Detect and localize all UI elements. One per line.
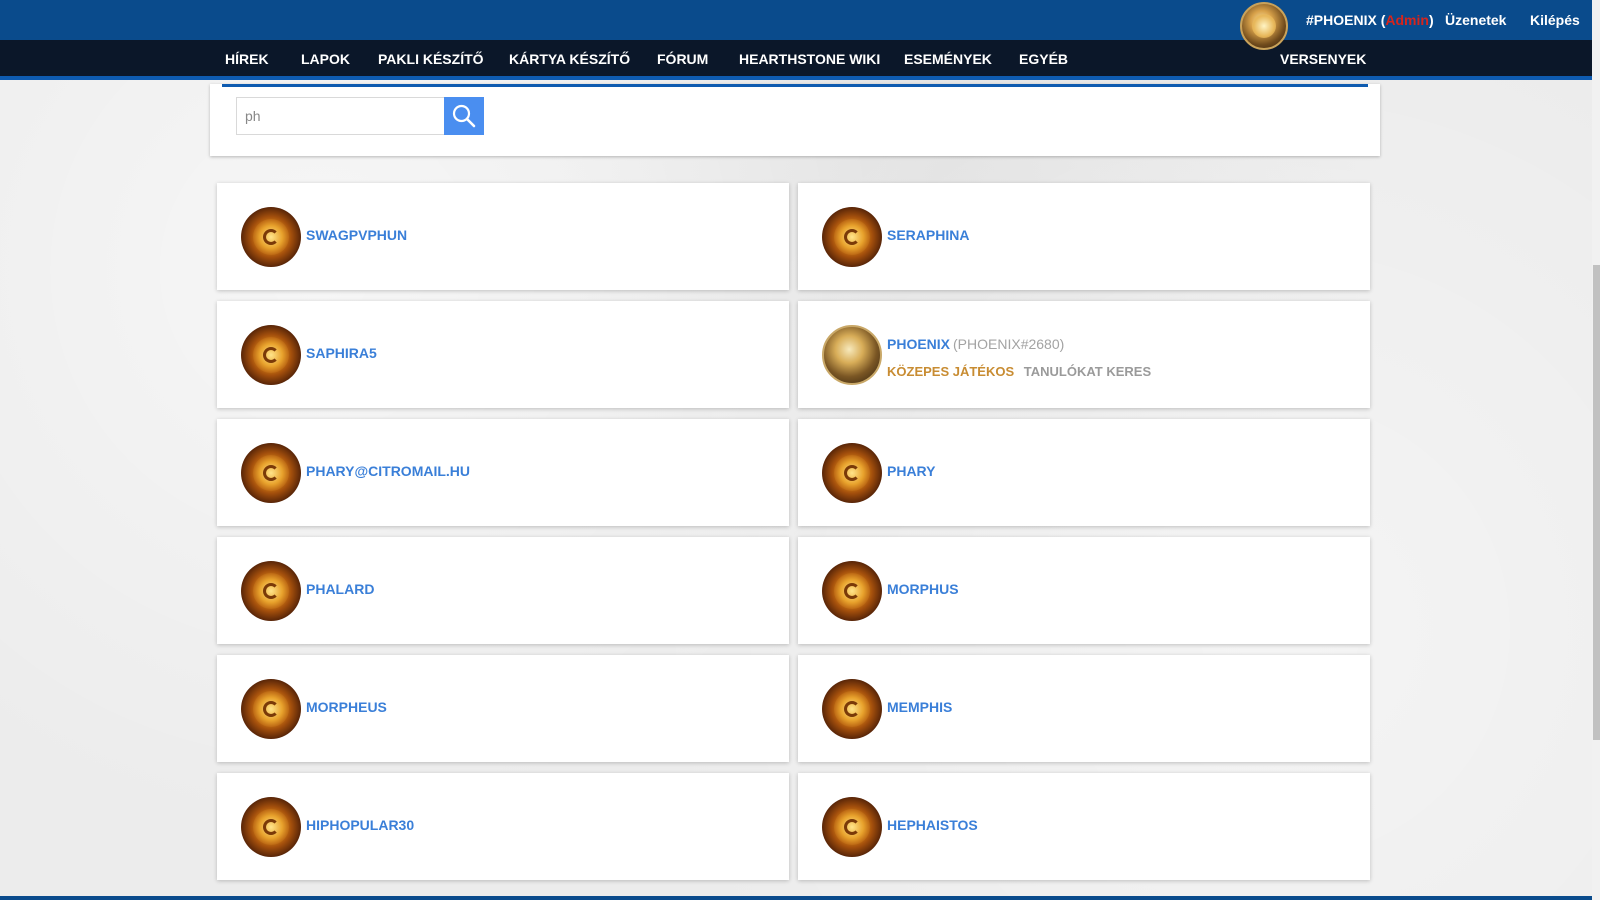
- battletag: (PHOENIX#2680): [953, 336, 1065, 352]
- user-card[interactable]: MORPHEUS: [217, 655, 789, 762]
- user-card[interactable]: MORPHUS: [798, 537, 1370, 644]
- user-card[interactable]: MEMPHIS: [798, 655, 1370, 762]
- user-avatar[interactable]: [1240, 2, 1288, 50]
- user-name-link[interactable]: PHARY: [887, 463, 936, 479]
- search-input[interactable]: [236, 97, 444, 135]
- hearthstone-logo-avatar[interactable]: [241, 561, 301, 621]
- user-name-link[interactable]: SERAPHINA: [887, 227, 969, 243]
- user-name-link[interactable]: MEMPHIS: [887, 699, 952, 715]
- nav-item-esemenyek[interactable]: ESEMÉNYEK: [904, 51, 992, 67]
- user-name-link[interactable]: SAPHIRA5: [306, 345, 377, 361]
- panel-accent-line: [222, 84, 1368, 87]
- hearthstone-logo-avatar[interactable]: [241, 207, 301, 267]
- user-card[interactable]: HEPHAISTOS: [798, 773, 1370, 880]
- nav-item-forum[interactable]: FÓRUM: [657, 51, 708, 67]
- user-name-link[interactable]: HIPHOPULAR30: [306, 817, 414, 833]
- search-button[interactable]: [444, 97, 484, 135]
- search-icon: [452, 104, 476, 128]
- hearthstone-logo-avatar[interactable]: [241, 797, 301, 857]
- nav-item-versenyek[interactable]: VERSENYEK: [1280, 51, 1366, 67]
- user-name-link[interactable]: PHARY@CITROMAIL.HU: [306, 463, 470, 479]
- scrollbar-thumb[interactable]: [1593, 265, 1600, 740]
- messages-link[interactable]: Üzenetek: [1445, 12, 1506, 28]
- level-badge: KÖZEPES JÁTÉKOS: [887, 364, 1015, 379]
- user-badges: KÖZEPES JÁTÉKOS TANULÓKAT KERES: [887, 364, 1151, 379]
- user-card[interactable]: HIPHOPULAR30: [217, 773, 789, 880]
- top-user-bar: #PHOENIX (Admin) Üzenetek Kilépés: [0, 0, 1592, 50]
- hearthstone-logo-avatar[interactable]: [822, 561, 882, 621]
- hearthstone-logo-avatar[interactable]: [822, 207, 882, 267]
- nav-item-kartya-keszito[interactable]: KÁRTYA KÉSZÍTŐ: [509, 51, 630, 67]
- user-name-link[interactable]: SWAGPVPHUN: [306, 227, 407, 243]
- main-nav: HÍREK LAPOK PAKLI KÉSZÍTŐ KÁRTYA KÉSZÍTŐ…: [0, 40, 1592, 80]
- nav-item-hirek[interactable]: HÍREK: [225, 51, 269, 67]
- user-name-link[interactable]: MORPHEUS: [306, 699, 387, 715]
- search-panel: [210, 84, 1380, 156]
- user-card[interactable]: PHOENIX (PHOENIX#2680) KÖZEPES JÁTÉKOS TA…: [798, 301, 1370, 408]
- hearthstone-logo-avatar[interactable]: [822, 443, 882, 503]
- custom-user-avatar[interactable]: [822, 325, 882, 385]
- nav-item-lapok[interactable]: LAPOK: [301, 51, 350, 67]
- user-name-link[interactable]: PHALARD: [306, 581, 374, 597]
- page-scrollbar[interactable]: [1592, 0, 1600, 900]
- user-role: Admin: [1385, 12, 1429, 28]
- username-text: #PHOENIX: [1306, 12, 1377, 28]
- status-badge: TANULÓKAT KERES: [1023, 364, 1152, 379]
- hearthstone-logo-avatar[interactable]: [241, 443, 301, 503]
- nav-item-egyeb[interactable]: EGYÉB: [1019, 51, 1068, 67]
- user-name-text: PHOENIX: [887, 336, 951, 352]
- logout-link[interactable]: Kilépés: [1530, 12, 1580, 28]
- user-card[interactable]: PHARY: [798, 419, 1370, 526]
- hearthstone-logo-avatar[interactable]: [822, 797, 882, 857]
- user-card[interactable]: SAPHIRA5: [217, 301, 789, 408]
- user-card[interactable]: PHALARD: [217, 537, 789, 644]
- user-name-link[interactable]: HEPHAISTOS: [887, 817, 978, 833]
- user-name-link[interactable]: PHOENIX (PHOENIX#2680): [887, 336, 1064, 352]
- hearthstone-logo-avatar[interactable]: [241, 679, 301, 739]
- footer-strip: [0, 896, 1592, 900]
- hearthstone-logo-avatar[interactable]: [822, 679, 882, 739]
- user-name-link[interactable]: MORPHUS: [887, 581, 959, 597]
- nav-item-hearthstone-wiki[interactable]: HEARTHSTONE WIKI: [739, 51, 880, 67]
- user-card[interactable]: SERAPHINA: [798, 183, 1370, 290]
- user-card[interactable]: SWAGPVPHUN: [217, 183, 789, 290]
- nav-item-pakli-keszito[interactable]: PAKLI KÉSZÍTŐ: [378, 51, 484, 67]
- user-card[interactable]: PHARY@CITROMAIL.HU: [217, 419, 789, 526]
- current-username[interactable]: #PHOENIX (Admin): [1306, 12, 1434, 28]
- hearthstone-logo-avatar[interactable]: [241, 325, 301, 385]
